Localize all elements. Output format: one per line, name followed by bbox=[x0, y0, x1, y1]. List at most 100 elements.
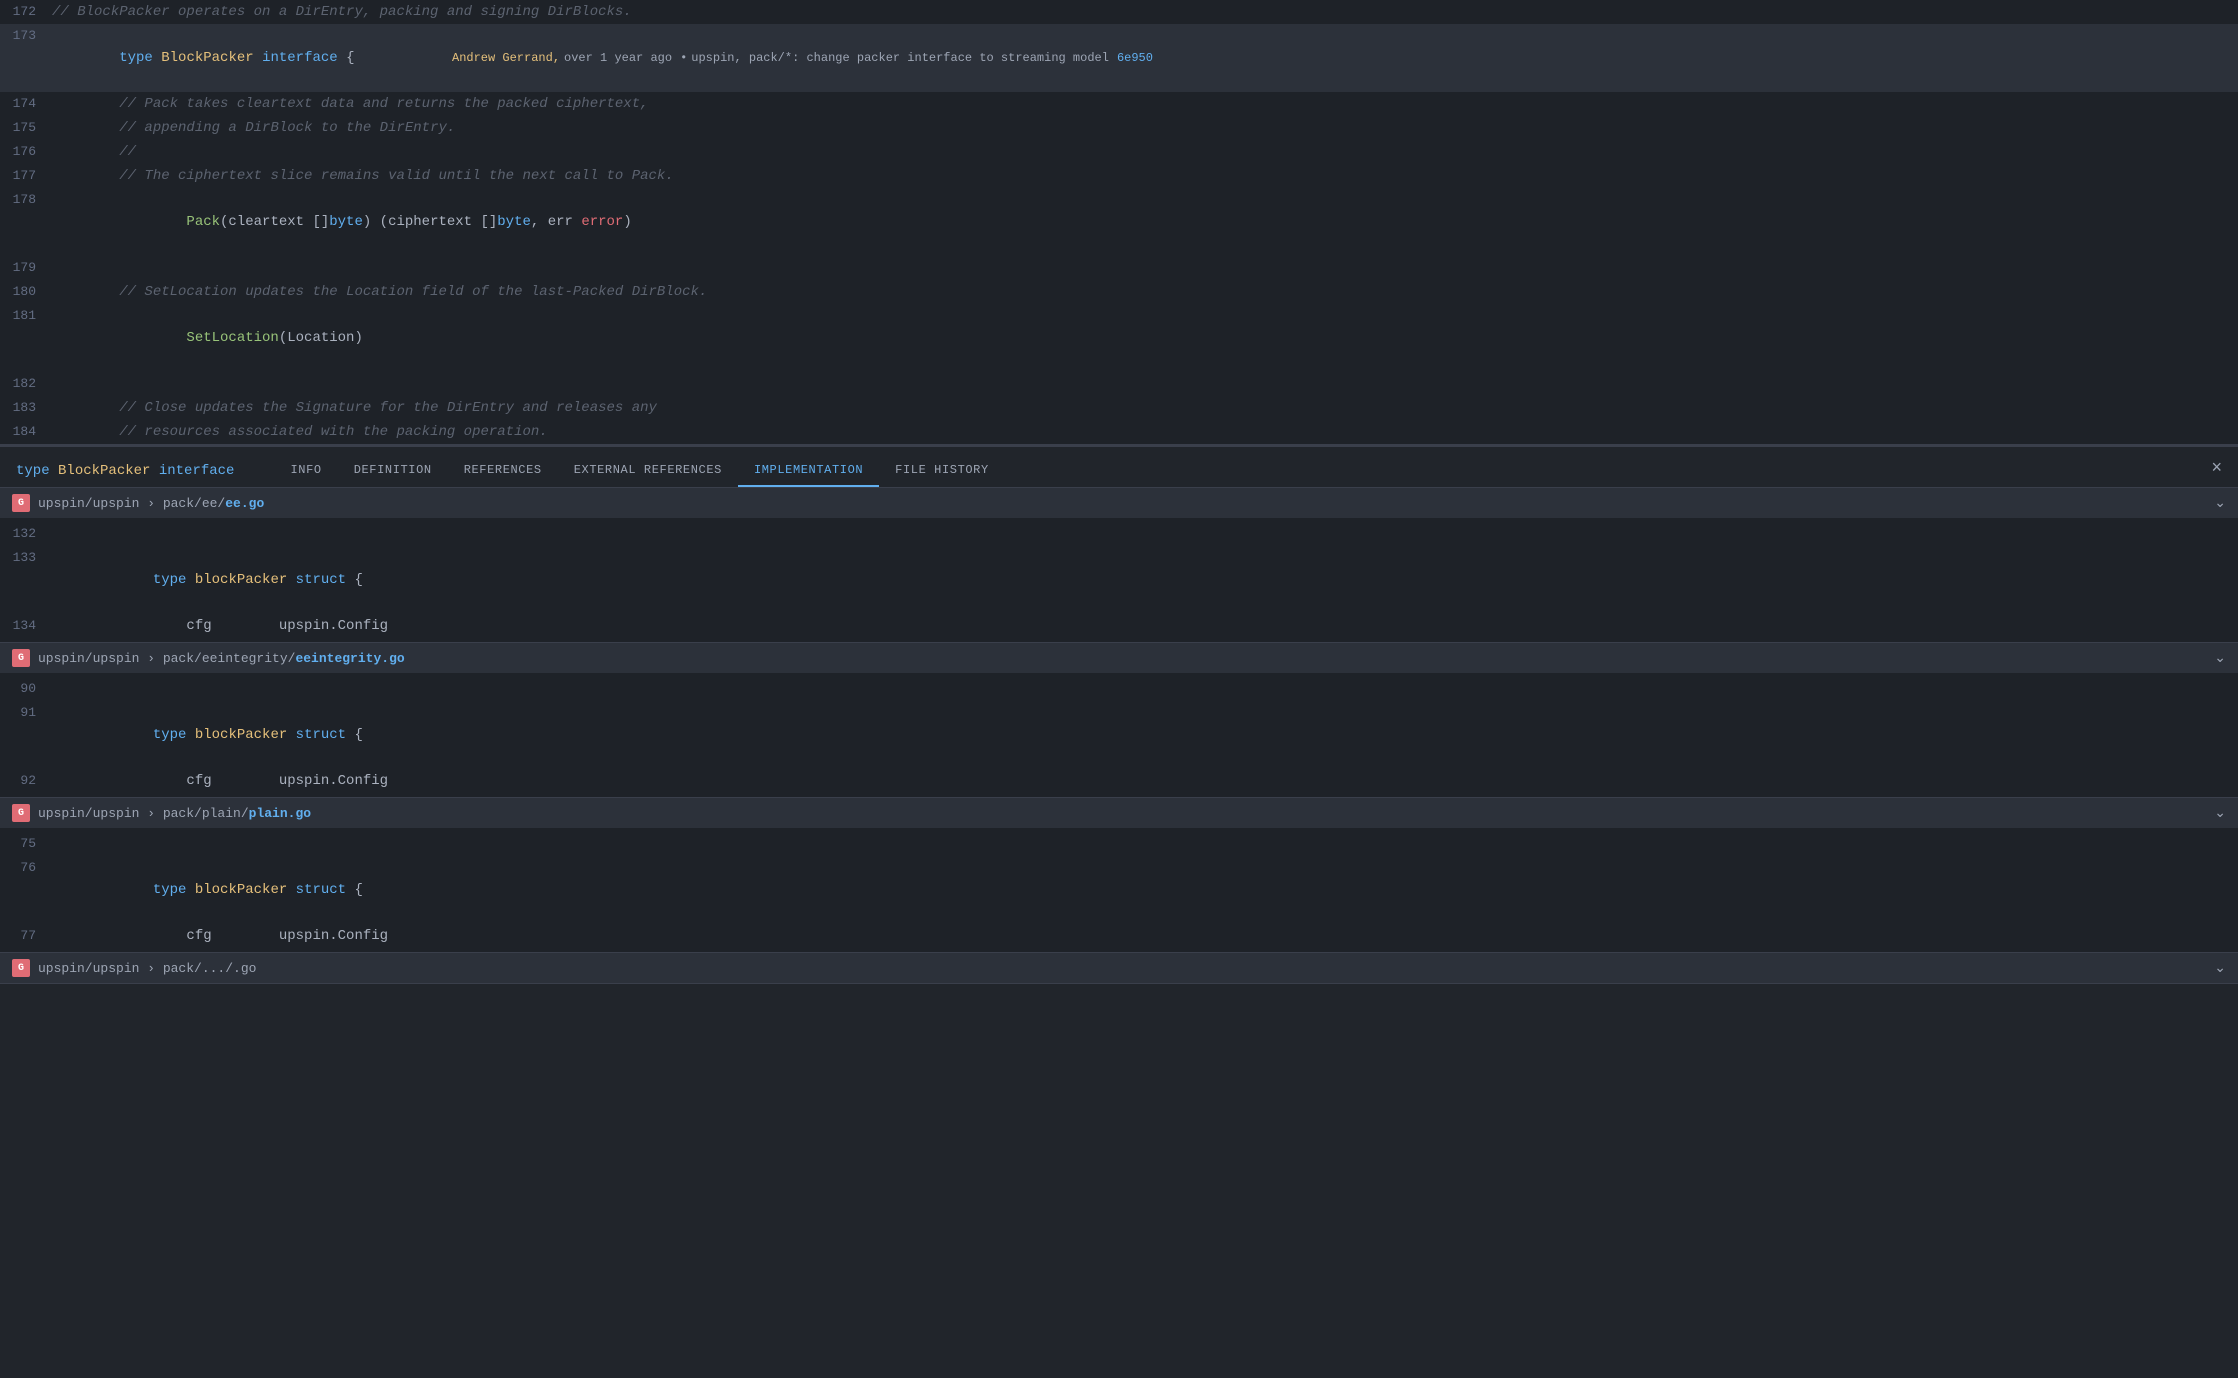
file-code-plain: 75 76 type blockPacker struct { 77 cfg u… bbox=[0, 828, 2238, 952]
implementation-ee: G upspin/upspin › pack/ee/ee.go ⌄ 132 13… bbox=[0, 488, 2238, 643]
panel-title: type BlockPacker interface bbox=[16, 455, 250, 487]
chevron-down-icon-plain: ⌄ bbox=[2214, 805, 2226, 822]
line-content-ei-92: cfg upspin.Config bbox=[52, 770, 2238, 792]
code-line-181: 181 SetLocation(Location) bbox=[0, 304, 2238, 372]
line-number-179: 179 bbox=[0, 260, 52, 275]
code-line-ei-91: 91 type blockPacker struct { bbox=[0, 701, 2238, 769]
code-line-ee-132: 132 bbox=[0, 522, 2238, 546]
file-icon-plain: G bbox=[12, 804, 30, 822]
line-content-pl-77: cfg upspin.Config bbox=[52, 925, 2238, 947]
chevron-down-icon-ee: ⌄ bbox=[2214, 495, 2226, 512]
file-name-ee: ee.go bbox=[225, 496, 264, 511]
func-name-pack: Pack bbox=[186, 214, 220, 230]
panel-header: type BlockPacker interface INFO DEFINITI… bbox=[0, 447, 2238, 488]
line-content-ee-132 bbox=[52, 523, 2238, 545]
line-number-178: 178 bbox=[0, 192, 52, 207]
panel-tabs: INFO DEFINITION REFERENCES EXTERNAL REFE… bbox=[274, 455, 1004, 487]
line-number-pl-76: 76 bbox=[0, 860, 52, 875]
file-name-eeintegrity: eeintegrity.go bbox=[295, 651, 404, 666]
line-number-180: 180 bbox=[0, 284, 52, 299]
line-number-ee-132: 132 bbox=[0, 526, 52, 541]
tab-definition[interactable]: DEFINITION bbox=[338, 455, 448, 487]
file-code-ee: 132 133 type blockPacker struct { 134 cf… bbox=[0, 518, 2238, 642]
line-content-174: // Pack takes cleartext data and returns… bbox=[52, 93, 2238, 115]
line-number-175: 175 bbox=[0, 120, 52, 135]
code-line-179: 179 bbox=[0, 256, 2238, 280]
blame-time: over 1 year ago bbox=[564, 51, 672, 65]
path-prefix-plain: upspin/upspin › pack/plain/ bbox=[38, 806, 249, 821]
code-line-183: 183 // Close updates the Signature for t… bbox=[0, 396, 2238, 420]
tab-external-references[interactable]: EXTERNAL REFERENCES bbox=[558, 455, 738, 487]
file-header-extra[interactable]: G upspin/upspin › pack/.../.go ⌄ bbox=[0, 953, 2238, 983]
code-line-172: 172 // BlockPacker operates on a DirEntr… bbox=[0, 0, 2238, 24]
code-section: 172 // BlockPacker operates on a DirEntr… bbox=[0, 0, 2238, 445]
chevron-down-icon-extra: ⌄ bbox=[2214, 960, 2226, 977]
keyword-interface: interface bbox=[262, 50, 338, 66]
code-line-pl-76: 76 type blockPacker struct { bbox=[0, 856, 2238, 924]
file-icon-eeintegrity: G bbox=[12, 649, 30, 667]
code-line-173: 173 type BlockPacker interface { Andrew … bbox=[0, 24, 2238, 92]
line-content-pl-75 bbox=[52, 833, 2238, 855]
path-prefix-extra: upspin/upspin › pack/.../.go bbox=[38, 961, 256, 976]
implementation-eeintegrity: G upspin/upspin › pack/eeintegrity/eeint… bbox=[0, 643, 2238, 798]
line-number-177: 177 bbox=[0, 168, 52, 183]
type-name: BlockPacker bbox=[161, 50, 262, 66]
line-number-ei-91: 91 bbox=[0, 705, 52, 720]
code-line-ee-133: 133 type blockPacker struct { bbox=[0, 546, 2238, 614]
file-header-plain[interactable]: G upspin/upspin › pack/plain/plain.go ⌄ bbox=[0, 798, 2238, 828]
line-content-ee-134: cfg upspin.Config bbox=[52, 615, 2238, 637]
line-content-181: SetLocation(Location) bbox=[52, 305, 2238, 371]
line-number-181: 181 bbox=[0, 308, 52, 323]
line-number-ee-133: 133 bbox=[0, 550, 52, 565]
code-line-175: 175 // appending a DirBlock to the DirEn… bbox=[0, 116, 2238, 140]
blame-info: Andrew Gerrand, over 1 year ago • upspin… bbox=[440, 24, 2238, 92]
line-content-182 bbox=[52, 373, 2238, 395]
file-path-extra: upspin/upspin › pack/.../.go bbox=[38, 961, 256, 976]
tab-info[interactable]: INFO bbox=[274, 455, 337, 487]
line-content-172: // BlockPacker operates on a DirEntry, p… bbox=[52, 1, 2238, 23]
indent bbox=[119, 214, 186, 230]
line-number-173: 173 bbox=[0, 28, 52, 43]
blame-dot: • bbox=[680, 51, 687, 65]
panel-title-interface: interface bbox=[159, 463, 235, 479]
line-content-pl-76: type blockPacker struct { bbox=[52, 857, 2238, 923]
line-content-179 bbox=[52, 257, 2238, 279]
tab-file-history[interactable]: FILE HISTORY bbox=[879, 455, 1005, 487]
line-content-183: // Close updates the Signature for the D… bbox=[52, 397, 2238, 419]
panel-title-name: BlockPacker bbox=[58, 463, 150, 479]
code-line-176: 176 // bbox=[0, 140, 2238, 164]
code-line-177: 177 // The ciphertext slice remains vali… bbox=[0, 164, 2238, 188]
chevron-down-icon-eeintegrity: ⌄ bbox=[2214, 650, 2226, 667]
line-number-172: 172 bbox=[0, 4, 52, 19]
panel-title-type: type bbox=[16, 463, 50, 479]
implementation-plain: G upspin/upspin › pack/plain/plain.go ⌄ … bbox=[0, 798, 2238, 953]
code-line-ei-90: 90 bbox=[0, 677, 2238, 701]
line-content-ee-133: type blockPacker struct { bbox=[52, 547, 2238, 613]
file-icon-ee: G bbox=[12, 494, 30, 512]
line-number-ee-134: 134 bbox=[0, 618, 52, 633]
code-line-ee-134: 134 cfg upspin.Config bbox=[0, 614, 2238, 638]
line-number-182: 182 bbox=[0, 376, 52, 391]
keyword-type: type bbox=[119, 50, 161, 66]
tab-implementation[interactable]: IMPLEMENTATION bbox=[738, 455, 879, 487]
file-name-plain: plain.go bbox=[249, 806, 311, 821]
file-code-eeintegrity: 90 91 type blockPacker struct { 92 cfg u… bbox=[0, 673, 2238, 797]
panel-close-button[interactable]: × bbox=[2211, 458, 2222, 476]
line-number-176: 176 bbox=[0, 144, 52, 159]
line-content-ei-90 bbox=[52, 678, 2238, 700]
blame-author: Andrew Gerrand, bbox=[452, 51, 560, 65]
code-line-182: 182 bbox=[0, 372, 2238, 396]
line-content-180: // SetLocation updates the Location fiel… bbox=[52, 281, 2238, 303]
file-header-eeintegrity[interactable]: G upspin/upspin › pack/eeintegrity/eeint… bbox=[0, 643, 2238, 673]
line-number-183: 183 bbox=[0, 400, 52, 415]
line-number-pl-75: 75 bbox=[0, 836, 52, 851]
tab-references[interactable]: REFERENCES bbox=[448, 455, 558, 487]
line-number-ei-90: 90 bbox=[0, 681, 52, 696]
line-content-178: Pack(cleartext []byte) (ciphertext []byt… bbox=[52, 189, 2238, 255]
line-number-ei-92: 92 bbox=[0, 773, 52, 788]
panel-body: G upspin/upspin › pack/ee/ee.go ⌄ 132 13… bbox=[0, 488, 2238, 1378]
path-prefix-eeintegrity: upspin/upspin › pack/eeintegrity/ bbox=[38, 651, 295, 666]
line-number-184: 184 bbox=[0, 424, 52, 439]
file-path-plain: upspin/upspin › pack/plain/plain.go bbox=[38, 806, 311, 821]
file-header-ee[interactable]: G upspin/upspin › pack/ee/ee.go ⌄ bbox=[0, 488, 2238, 518]
